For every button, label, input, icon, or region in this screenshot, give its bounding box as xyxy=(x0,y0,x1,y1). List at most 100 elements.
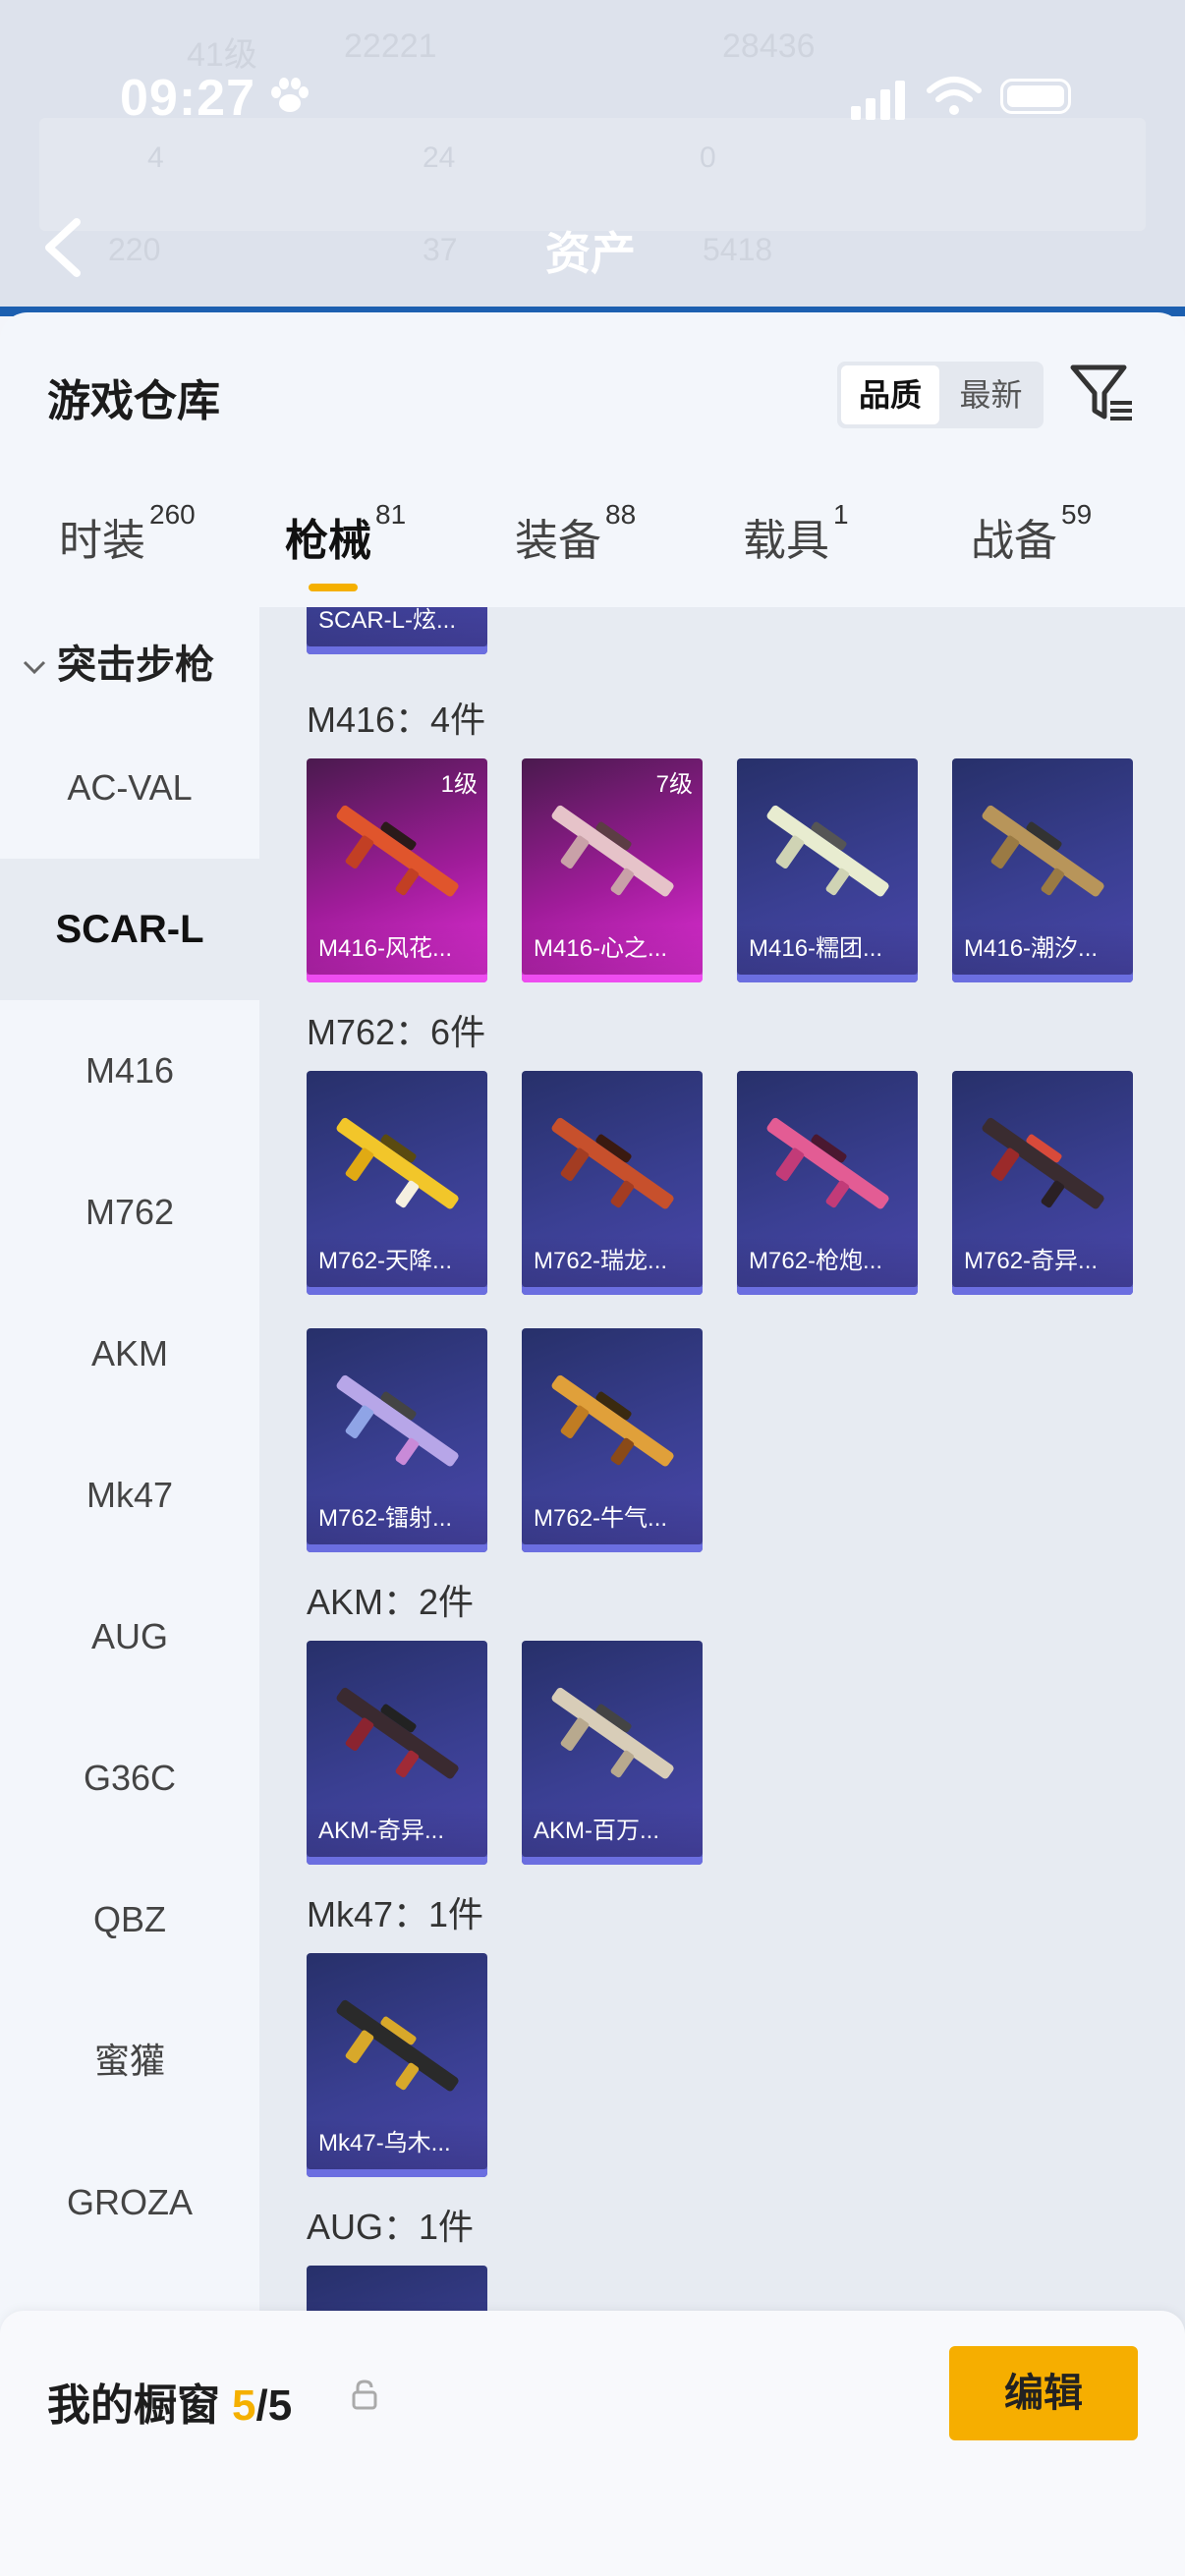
sidebar-item-aug[interactable]: AUG xyxy=(0,1566,259,1708)
sidebar-item-akm[interactable]: AKM xyxy=(0,1283,259,1425)
tab-label: 战备 xyxy=(971,517,1057,565)
item-name: SCAR-L-炫... xyxy=(307,607,487,646)
sidebar-item-m762[interactable]: M762 xyxy=(0,1142,259,1283)
showcase-label: 我的橱窗 5/5 xyxy=(47,2370,292,2433)
edit-button[interactable]: 编辑 xyxy=(949,2346,1138,2440)
item-name: AKM-奇异... xyxy=(307,1806,487,1857)
item-card[interactable]: M762-瑞龙... xyxy=(522,1071,703,1295)
sidebar-item-mk47[interactable]: Mk47 xyxy=(0,1425,259,1566)
showcase-bar: 我的橱窗 5/5 编辑 xyxy=(0,2311,1185,2576)
showcase-total: 5 xyxy=(267,2381,293,2430)
sort-quality[interactable]: 品质 xyxy=(841,365,939,424)
item-card[interactable]: M762-奇异... xyxy=(952,1071,1133,1295)
sort-newest[interactable]: 最新 xyxy=(941,362,1041,428)
status-time: 09:27 xyxy=(120,70,255,127)
tab-count: 260 xyxy=(149,499,196,530)
item-name: M416-风花... xyxy=(307,924,487,975)
item-name: AKM-百万... xyxy=(522,1806,703,1857)
tab-equipment[interactable]: 装备88 xyxy=(515,499,636,568)
battery-icon xyxy=(1000,79,1071,114)
sidebar-item-ac-val[interactable]: AC-VAL xyxy=(0,717,259,859)
tab-count: 1 xyxy=(833,499,849,530)
tab-label: 时装 xyxy=(59,517,145,565)
item-card[interactable]: AKM-奇异... xyxy=(307,1641,487,1865)
item-card[interactable]: SCAR-L-炫... xyxy=(307,607,487,654)
item-card[interactable]: 1级 M416-风花... xyxy=(307,758,487,982)
group-title-mk47: Mk47：1件 xyxy=(307,1894,484,1934)
filter-icon[interactable] xyxy=(1069,362,1138,426)
tab-count: 88 xyxy=(605,499,637,530)
item-name: M762-奇异... xyxy=(952,1236,1133,1287)
sidebar-item-qbz[interactable]: QBZ xyxy=(0,1849,259,1990)
score-b: 28436 xyxy=(722,28,816,65)
sidebar-item-groza[interactable]: GROZA xyxy=(0,2132,259,2273)
group-title-m416: M416：4件 xyxy=(307,700,486,740)
showcase-current: 5 xyxy=(232,2381,256,2430)
rifle-icon xyxy=(336,1117,459,1209)
rifle-icon xyxy=(982,1117,1104,1209)
tab-firearms[interactable]: 枪械81 xyxy=(285,499,406,568)
sidebar-item-g36c[interactable]: G36C xyxy=(0,1708,259,1849)
group-title-akm: AKM：2件 xyxy=(307,1582,475,1622)
stat-2: 24 xyxy=(423,141,456,174)
tab-supplies[interactable]: 战备59 xyxy=(971,499,1092,568)
item-card[interactable]: M416-糯团... xyxy=(737,758,918,982)
category-header[interactable]: 突击步枪 xyxy=(22,633,214,690)
item-name: Mk47-乌木... xyxy=(307,2118,487,2169)
item-level: 1级 xyxy=(440,771,478,798)
rifle-icon xyxy=(336,805,459,897)
tab-label: 装备 xyxy=(515,517,601,565)
back-icon[interactable] xyxy=(39,216,88,279)
rifle-icon xyxy=(982,805,1104,897)
group-title-aug: AUG：1件 xyxy=(307,2207,475,2247)
category-sidebar: 突击步枪 AC-VAL SCAR-L M416 M762 AKM Mk47 AU… xyxy=(0,607,259,2576)
item-card[interactable]: M762-牛气... xyxy=(522,1328,703,1552)
item-level: 7级 xyxy=(655,771,693,798)
rifle-icon xyxy=(551,1374,674,1467)
showcase-title: 我的橱窗 xyxy=(47,2381,220,2430)
rifle-icon xyxy=(336,1999,459,2092)
group-title-m762: M762：6件 xyxy=(307,1012,486,1052)
category-header-label: 突击步枪 xyxy=(57,644,214,687)
score-a: 22221 xyxy=(344,28,437,65)
item-name: M762-枪炮... xyxy=(737,1236,918,1287)
page-title: 游戏仓库 xyxy=(47,377,220,425)
rifle-icon xyxy=(551,1687,674,1779)
stat-4: 220 xyxy=(108,232,161,267)
tab-fashion[interactable]: 时装260 xyxy=(59,499,196,568)
item-card[interactable]: AKM-百万... xyxy=(522,1641,703,1865)
item-name: M416-心之... xyxy=(522,924,703,975)
tab-label: 枪械 xyxy=(285,517,371,565)
item-card[interactable]: M762-天降... xyxy=(307,1071,487,1295)
rifle-icon xyxy=(336,1687,459,1779)
showcase-separator: / xyxy=(255,2381,268,2430)
rifle-icon xyxy=(336,1374,459,1467)
stat-6: 5418 xyxy=(703,232,773,267)
sidebar-item-m416[interactable]: M416 xyxy=(0,1000,259,1142)
tab-label: 载具 xyxy=(743,517,829,565)
item-card[interactable]: 7级 M416-心之... xyxy=(522,758,703,982)
wifi-icon xyxy=(927,77,982,115)
item-name: M416-糯团... xyxy=(737,924,918,975)
item-grid: SCAR-L-炫... M416：4件 1级 M416-风花... 7级 M41… xyxy=(259,607,1185,2576)
sort-toggle: 品质 最新 xyxy=(837,362,1044,428)
sidebar-item-honey-badger[interactable]: 蜜獾 xyxy=(0,1990,259,2132)
signal-icon xyxy=(851,81,905,120)
rifle-icon xyxy=(551,1117,674,1209)
chevron-down-icon xyxy=(23,661,46,675)
item-card[interactable]: Mk47-乌木... xyxy=(307,1953,487,2177)
stat-5: 37 xyxy=(423,232,458,267)
item-card[interactable]: M416-潮汐... xyxy=(952,758,1133,982)
tab-count: 81 xyxy=(375,499,407,530)
item-name: M416-潮汐... xyxy=(952,924,1133,975)
item-card[interactable]: M762-镭射... xyxy=(307,1328,487,1552)
item-card[interactable]: M762-枪炮... xyxy=(737,1071,918,1295)
assets-title: 资产 xyxy=(545,228,636,279)
lock-icon xyxy=(352,2380,377,2410)
tab-vehicles[interactable]: 载具1 xyxy=(743,499,849,568)
sidebar-item-scar-l[interactable]: SCAR-L xyxy=(0,859,259,1000)
item-name: M762-牛气... xyxy=(522,1493,703,1544)
item-name: M762-瑞龙... xyxy=(522,1236,703,1287)
item-name: M762-天降... xyxy=(307,1236,487,1287)
stats-strip: 4 24 0 xyxy=(39,118,1146,231)
